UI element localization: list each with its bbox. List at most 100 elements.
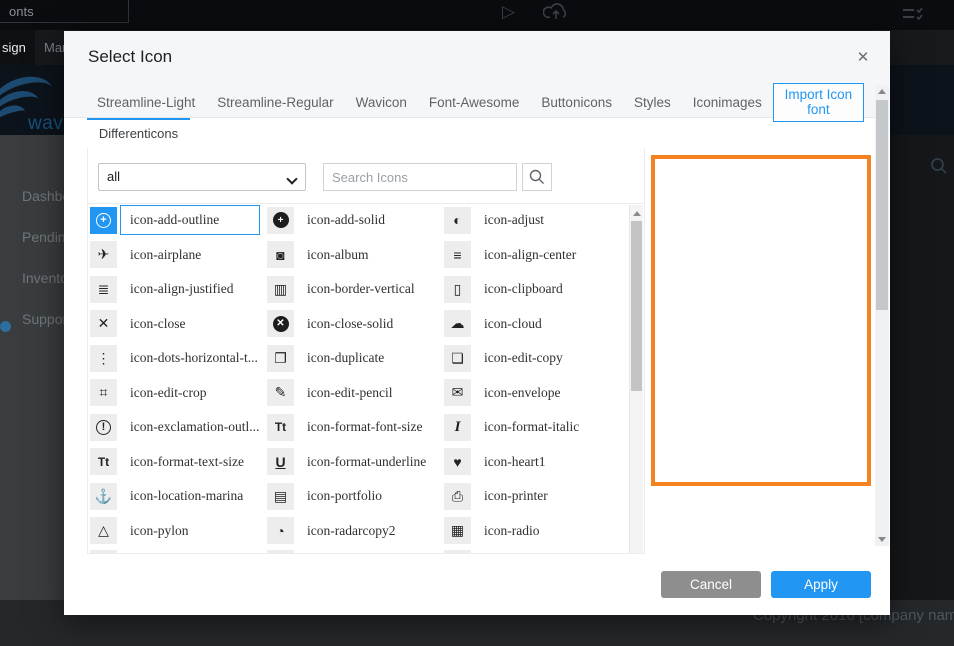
sidebar-bullet-icon	[0, 321, 11, 332]
tab-differenticons[interactable]: Differenticons	[87, 118, 190, 148]
glyph: +	[96, 212, 111, 228]
icon-printer-icon: ⎙	[444, 482, 471, 510]
icon-item-icon-edit-pencil[interactable]: ✎ icon-edit-pencil	[267, 378, 444, 408]
icon-label: icon-printer	[484, 488, 548, 503]
modal-scrollbar[interactable]	[875, 85, 889, 546]
category-select[interactable]: all	[98, 163, 306, 191]
icon-label: icon-format-underline	[307, 453, 427, 469]
icon-column: ◐ icon-adjust ≡ icon-align-center ▯ icon-clip…	[444, 205, 621, 553]
tab-streamline-regular[interactable]: Streamline-Regular	[206, 95, 344, 110]
close-icon[interactable]: ✕	[853, 48, 873, 68]
icon-item-icon-close-solid[interactable]: ✕ icon-close-solid	[267, 309, 444, 339]
icon-item-icon-exclamation-outl[interactable]: ! icon-exclamation-outl...	[90, 412, 267, 442]
icon-item-icon-duplicate[interactable]: ❐ icon-duplicate	[267, 343, 444, 373]
tab-iconimages[interactable]: Iconimages	[682, 95, 773, 110]
icon-edit-pencil-icon: ✎	[267, 379, 294, 406]
icon-label: icon-edit-pencil	[307, 384, 393, 400]
glyph: ✕	[97, 315, 110, 331]
glyph: ✕	[272, 315, 289, 332]
play-icon[interactable]: ▷	[502, 2, 515, 22]
checklist-icon[interactable]	[902, 6, 924, 22]
icon-format-italic-icon: I	[444, 413, 471, 441]
icon-label: icon-cloud	[484, 315, 542, 331]
icon-item-icon-album[interactable]: ◙ icon-album	[267, 240, 444, 270]
tab-font-awesome[interactable]: Font-Awesome	[418, 95, 531, 110]
icon-item-icon-format-underline[interactable]: Uicon-format-underline	[267, 447, 444, 477]
glyph: ❏	[451, 349, 464, 366]
import-icon-font-button[interactable]: Import Icon font	[772, 82, 864, 122]
icon-label: icon-edit-copy	[484, 350, 563, 365]
icon-item-icon-portfolio[interactable]: ▤ icon-portfolio	[267, 481, 444, 511]
modal-title: Select Icon	[88, 47, 173, 66]
glyph: ▤	[273, 487, 288, 504]
icon-item-icon-location-marina[interactable]: ⚓ icon-location-marina	[90, 481, 267, 511]
icon-label: icon-border-vertical	[307, 281, 415, 296]
cancel-button[interactable]: Cancel	[661, 571, 761, 598]
cloud-upload-icon[interactable]	[543, 1, 569, 23]
list-scroll-thumb[interactable]	[631, 221, 642, 391]
icon-item-icon-envelope[interactable]: ✉ icon-envelope	[444, 378, 621, 408]
icon-add-solid-icon: +	[267, 206, 294, 234]
list-scrollbar[interactable]	[629, 205, 643, 553]
tab-wavicon[interactable]: Wavicon	[345, 95, 418, 110]
glyph: +	[272, 212, 289, 228]
icon-edit-copy-icon: ❏	[444, 344, 471, 372]
icon-item-icon-format-italic[interactable]: Iicon-format-italic	[444, 412, 621, 442]
glyph: Tt	[97, 454, 110, 469]
scroll-up-icon[interactable]	[633, 211, 641, 216]
tab-buttonicons[interactable]: Buttonicons	[530, 95, 623, 110]
modal-scroll-thumb[interactable]	[876, 100, 888, 310]
icon-item-icon-dots-horizontal-t[interactable]: ⋮ icon-dots-horizontal-t...	[90, 343, 267, 373]
icon-item-icon-edit-crop[interactable]: ⌗ icon-edit-crop	[90, 378, 267, 408]
top-bar: onts ▷	[0, 0, 954, 30]
icon-item-icon-radio[interactable]: ▦ icon-radio	[444, 516, 621, 546]
fonts-dropdown[interactable]: onts	[0, 0, 129, 23]
icon-item-icon-cloud[interactable]: ☁ icon-cloud	[444, 309, 621, 339]
icon-label: icon-radio	[484, 522, 540, 538]
search-button[interactable]	[522, 163, 552, 191]
scroll-down-icon[interactable]	[878, 537, 886, 542]
tab-streamline-light[interactable]: Streamline-Light	[86, 95, 206, 110]
icon-border-vertical-icon: ▥	[267, 275, 294, 303]
icon-close-icon: ✕	[90, 310, 117, 337]
icon-label: icon-format-text-size	[130, 453, 244, 469]
icon-item-icon-align-justified[interactable]: ≣ icon-align-justified	[90, 274, 267, 304]
icon-label: icon-pylon	[130, 522, 189, 538]
icon-item-icon-edit-copy[interactable]: ❏ icon-edit-copy	[444, 343, 621, 373]
sidebar-nav: Dashbo Pending Invento Support	[0, 135, 73, 600]
icon-item-icon-add-outline[interactable]: + icon-add-outline	[90, 205, 267, 235]
modal-header: Select Icon ✕ Streamline-Light Streamline…	[64, 31, 890, 122]
icon-item-icon-format-text-size[interactable]: Tt icon-format-text-size	[90, 447, 267, 477]
icon-partial-row	[267, 550, 294, 553]
tab-styles[interactable]: Styles	[623, 95, 682, 110]
icon-item-icon-border-vertical[interactable]: ▥ icon-border-vertical	[267, 274, 444, 304]
icon-item-icon-add-solid[interactable]: + icon-add-solid	[267, 205, 444, 235]
header-search-icon[interactable]	[930, 157, 948, 175]
search-input[interactable]	[323, 163, 517, 191]
icon-item-icon-adjust[interactable]: ◐ icon-adjust	[444, 205, 621, 235]
glyph: ✎	[274, 384, 287, 400]
glyph: ⌗	[99, 384, 108, 400]
icon-item-icon-printer[interactable]: ⎙ icon-printer	[444, 481, 621, 511]
icon-item-icon-format-font-size[interactable]: Tt icon-format-font-size	[267, 412, 444, 442]
icon-radio-icon: ▦	[444, 517, 471, 544]
tab-design[interactable]: sign	[0, 30, 35, 65]
icon-label: icon-add-outline	[120, 205, 260, 235]
icon-item-icon-clipboard[interactable]: ▯ icon-clipboard	[444, 274, 621, 304]
glyph: ◐	[453, 212, 462, 228]
sidebar-item-invento[interactable]: Invento	[22, 270, 68, 286]
icon-item-icon-close[interactable]: ✕ icon-close	[90, 309, 267, 339]
icon-item-icon-pylon[interactable]: △ icon-pylon	[90, 516, 267, 546]
icon-item-icon-airplane[interactable]: ✈ icon-airplane	[90, 240, 267, 270]
icon-item-icon-heart1[interactable]: ♥ icon-heart1	[444, 447, 621, 477]
glyph: ⎙	[451, 487, 464, 504]
icon-preview-box	[651, 155, 871, 486]
glyph: ≣	[97, 280, 110, 297]
icon-airplane-icon: ✈	[90, 241, 117, 268]
icon-adjust-icon: ◐	[444, 206, 471, 234]
icon-item-icon-align-center[interactable]: ≡ icon-align-center	[444, 240, 621, 270]
scroll-up-icon[interactable]	[878, 89, 886, 94]
icon-add-outline-icon: +	[90, 206, 117, 234]
apply-button[interactable]: Apply	[771, 571, 871, 598]
icon-item-icon-radarcopy2[interactable]: ◔ icon-radarcopy2	[267, 516, 444, 546]
